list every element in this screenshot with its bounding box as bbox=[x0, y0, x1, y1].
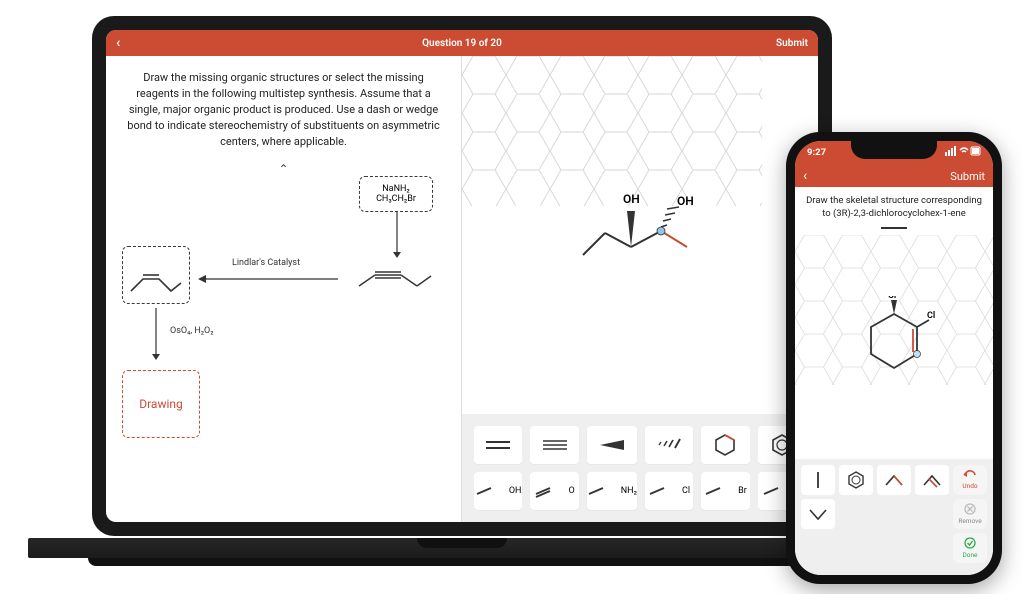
phone-cl-2: Cl bbox=[927, 311, 935, 321]
collapse-chevron-icon[interactable]: ⌃ bbox=[278, 162, 288, 176]
phone-remove-button[interactable]: Remove bbox=[953, 499, 987, 529]
phone-cl-1: Cl bbox=[888, 296, 896, 301]
product-box-alkene[interactable] bbox=[122, 246, 190, 304]
undo-icon bbox=[963, 470, 977, 480]
tool-cyclohexane[interactable] bbox=[701, 426, 749, 464]
arrow-down-2-icon bbox=[150, 308, 162, 360]
reagent-3-label: OsO₄, H₂O₂ bbox=[170, 326, 214, 336]
phone-prompt: Draw the skeletal structure correspondin… bbox=[795, 187, 993, 235]
phone-submit-button[interactable]: Submit bbox=[950, 170, 985, 183]
phone-back-button[interactable]: ‹ bbox=[803, 169, 807, 183]
question-counter: Question 19 of 20 bbox=[106, 38, 818, 49]
tool-oh[interactable]: OH bbox=[474, 472, 522, 510]
status-icons bbox=[945, 146, 981, 159]
tool-triple-bond[interactable] bbox=[530, 426, 578, 464]
oh-label-1: OH bbox=[623, 192, 640, 206]
remove-icon bbox=[964, 503, 976, 515]
drawing-panel: OH OH bbox=[462, 56, 818, 522]
phone-prompt-line2: to (3R)-2,3-dichlorocyclohex-1-ene bbox=[805, 208, 983, 221]
phone-screen: 9:27 ‹ Submit Draw the skeletal structur… bbox=[795, 141, 993, 575]
reagent-box-1[interactable]: NaNH₂ CH₃CH₂Br bbox=[359, 176, 433, 212]
alkyne-structure bbox=[353, 262, 433, 292]
drawing-target-box[interactable]: Drawing bbox=[122, 370, 200, 438]
status-time: 9:27 bbox=[807, 147, 826, 158]
phone-tool-single-bond[interactable] bbox=[801, 465, 835, 495]
laptop-screen: ‹ Question 19 of 20 Submit Draw the miss… bbox=[106, 30, 818, 522]
submit-button[interactable]: Submit bbox=[776, 38, 808, 49]
cis-alkene-structure bbox=[123, 247, 189, 303]
tool-wedge-bond[interactable] bbox=[587, 426, 637, 464]
oh-label-2: OH bbox=[677, 194, 694, 208]
tool-cl[interactable]: Cl bbox=[645, 472, 693, 510]
phone-tool-double-angle[interactable] bbox=[915, 465, 949, 495]
phone-done-button[interactable]: Done bbox=[953, 533, 987, 563]
laptop-bezel: ‹ Question 19 of 20 Submit Draw the miss… bbox=[92, 16, 832, 536]
phone-tool-benzene[interactable] bbox=[839, 465, 873, 495]
question-panel: Draw the missing organic structures or s… bbox=[106, 56, 462, 522]
question-prompt: Draw the missing organic structures or s… bbox=[122, 70, 445, 150]
drawing-label: Drawing bbox=[139, 397, 183, 411]
reagent-1-line1: NaNH₂ bbox=[382, 184, 409, 194]
phone-prompt-line1: Draw the skeletal structure correspondin… bbox=[805, 195, 983, 208]
tool-nh2[interactable]: NH₂ bbox=[587, 472, 637, 510]
reaction-scheme: ⌃ NaNH₂ CH₃CH₂Br bbox=[122, 158, 445, 458]
tool-dash-bond[interactable] bbox=[645, 426, 693, 464]
content-area: Draw the missing organic structures or s… bbox=[106, 56, 818, 522]
laptop-device: ‹ Question 19 of 20 Submit Draw the miss… bbox=[28, 14, 896, 574]
arrow-down-icon bbox=[391, 212, 403, 258]
phone-tool-methyl[interactable] bbox=[801, 499, 835, 529]
done-icon bbox=[964, 537, 976, 549]
phone-drag-handle[interactable] bbox=[881, 227, 907, 229]
phone-tool-palette: Undo Remove Done bbox=[795, 459, 993, 575]
phone-molecule[interactable]: Cl Cl bbox=[849, 296, 939, 388]
back-button[interactable]: ‹ bbox=[116, 36, 120, 50]
tool-br[interactable]: Br bbox=[701, 472, 749, 510]
reagent-2-label: Lindlar's Catalyst bbox=[232, 258, 300, 268]
tool-double-bond[interactable] bbox=[474, 426, 522, 464]
phone-tool-angle-bond[interactable] bbox=[877, 465, 911, 495]
tool-o[interactable]: O bbox=[530, 472, 578, 510]
tool-palette: OH O NH₂ Cl Br H bbox=[462, 414, 818, 522]
phone-device: 9:27 ‹ Submit Draw the skeletal structur… bbox=[786, 132, 1002, 584]
question-header: ‹ Question 19 of 20 Submit bbox=[106, 30, 818, 56]
drawing-canvas[interactable]: OH OH bbox=[462, 56, 818, 414]
reagent-1-line2: CH₃CH₂Br bbox=[376, 194, 416, 204]
arrow-left-icon bbox=[198, 272, 338, 286]
signal-wifi-battery-icon bbox=[945, 146, 981, 156]
molecule-drawing[interactable]: OH OH bbox=[565, 147, 715, 281]
laptop-base bbox=[28, 538, 896, 572]
phone-drawing-canvas[interactable]: Cl Cl bbox=[795, 235, 993, 459]
phone-notch bbox=[851, 141, 937, 159]
phone-undo-button[interactable]: Undo bbox=[953, 465, 987, 495]
